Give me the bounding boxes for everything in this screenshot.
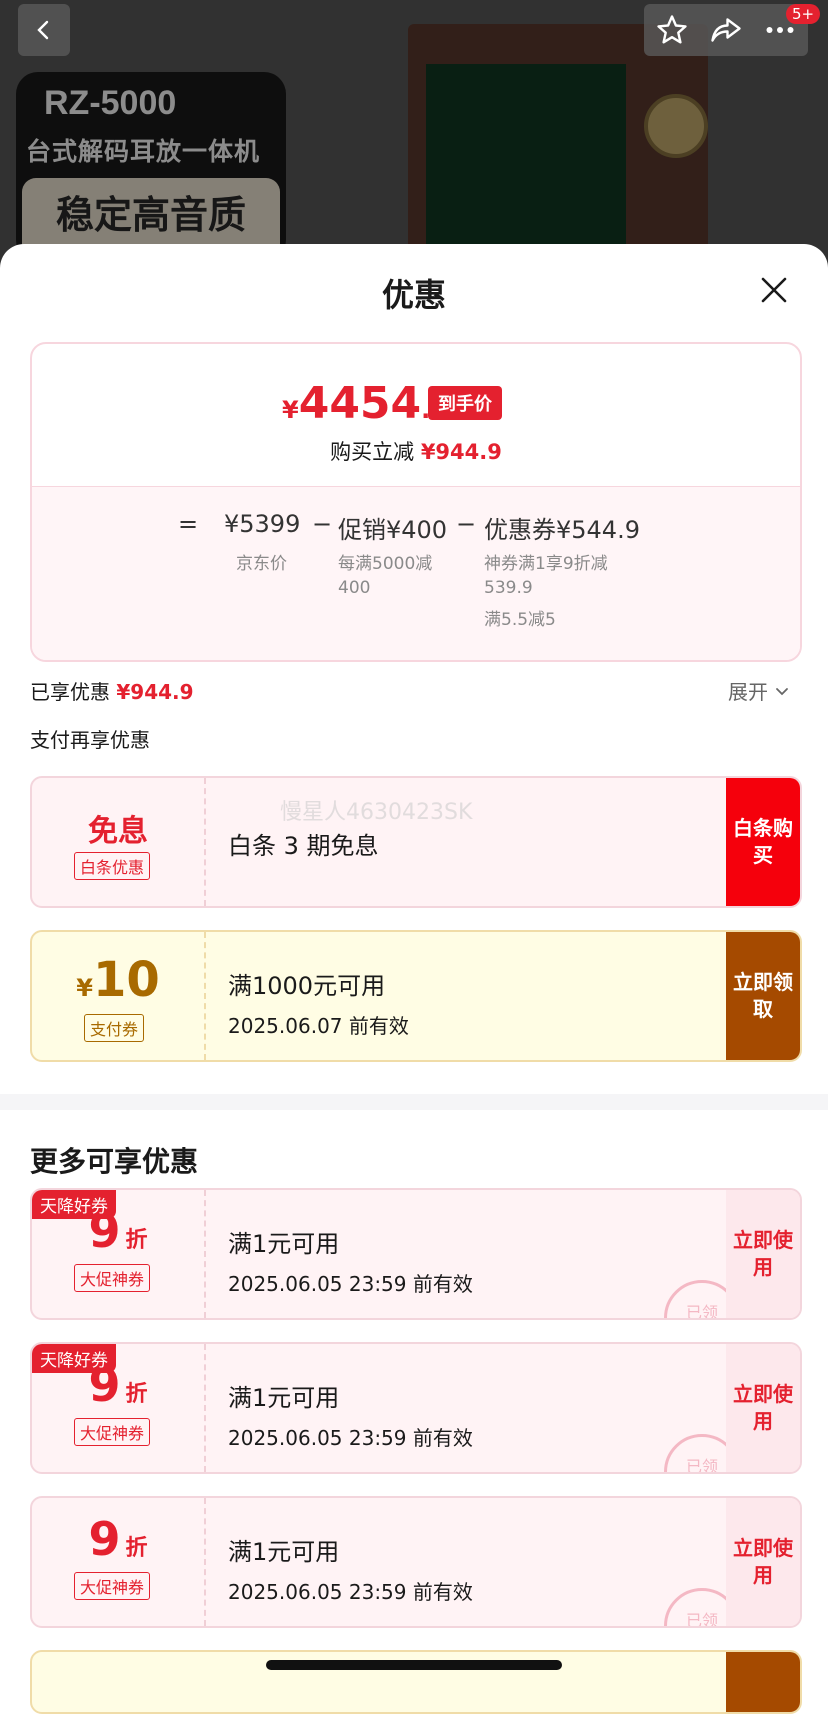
coupon-left: 免息 白条优惠 [32, 778, 206, 906]
use-button[interactable]: 立即使用 [726, 1190, 800, 1318]
instant-discount: 购买立减 ¥944.9 [32, 436, 800, 466]
star-icon[interactable] [654, 12, 690, 48]
more-coupons-title: 更多可享优惠 [30, 1145, 199, 1178]
section-divider [0, 1094, 828, 1110]
instant-discount-value: ¥944.9 [420, 440, 502, 464]
top-actions [644, 4, 808, 56]
coupon-desc-2: 539.9 [484, 578, 533, 598]
coupon-amount: ¥10 [32, 952, 204, 1008]
final-price-tag: 到手价 [428, 386, 502, 420]
promo-discount: 促销¥400 [338, 516, 448, 544]
jd-price: ¥5399 [224, 510, 301, 538]
currency-symbol: ¥ [76, 974, 93, 1002]
coupon-expiry: 2025.06.05 23:59 前有效 [228, 1272, 473, 1296]
discount-unit: 折 [125, 1536, 148, 1561]
use-button[interactable]: 立即使用 [726, 1498, 800, 1626]
coupon-expiry: 2025.06.05 23:59 前有效 [228, 1580, 473, 1604]
coupon-title: 满1000元可用 [228, 972, 386, 1000]
discount-coupon[interactable]: 9 折 大促神券 天降好券 满1元可用 2025.06.05 23:59 前有效… [30, 1342, 802, 1474]
promo-desc-1: 每满5000减 [338, 554, 433, 574]
expand-label: 展开 [728, 680, 768, 704]
promo-desc-2: 400 [338, 578, 371, 598]
enjoyed-label: 已享优惠 [30, 680, 110, 704]
baitiao-coupon[interactable]: 免息 白条优惠 白条 3 期免息 慢星人4630423SK 白条购买 [30, 776, 802, 908]
baitiao-buy-button[interactable]: 白条购买 [726, 778, 800, 906]
price-summary-card: ¥4454.1 到手价 购买立减 ¥944.9 = ¥5399 京东价 − 促销… [30, 342, 802, 662]
coupon-tag: 白条优惠 [74, 852, 151, 880]
coupon-title: 白条 3 期免息 [228, 832, 379, 860]
discount-coupon[interactable]: 9 折 大促神券 满1元可用 2025.06.05 23:59 前有效 已领 立… [30, 1496, 802, 1628]
share-icon[interactable] [708, 12, 744, 48]
close-icon[interactable] [760, 276, 788, 304]
sheet-title: 优惠 [381, 276, 446, 314]
price-integer: 4454 [298, 378, 422, 429]
discount-number: 9 [88, 1512, 121, 1566]
sky-coupon-tag: 天降好券 [32, 1190, 116, 1219]
coupon-desc-3: 满5.5减5 [484, 610, 556, 630]
message-badge: 5+ [786, 4, 821, 24]
minus-sign: − [312, 510, 333, 538]
currency-symbol: ¥ [282, 396, 299, 424]
discount-sheet: 优惠 ¥4454.1 到手价 购买立减 ¥944.9 = ¥5399 京东价 −… [0, 244, 828, 1714]
enjoyed-value: ¥944.9 [116, 680, 194, 704]
expand-toggle[interactable]: 展开 [728, 676, 790, 705]
home-indicator [266, 1660, 562, 1670]
coupon-value: 10 [92, 952, 160, 1008]
discount-value: 9 折 [32, 1512, 204, 1566]
coupon-title: 满1元可用 [228, 1538, 340, 1566]
discount-unit: 折 [125, 1382, 148, 1407]
coupon-title: 满1元可用 [228, 1230, 340, 1258]
pay-coupon[interactable]: ¥10 支付券 满1000元可用 2025.06.07 前有效 立即领取 [30, 930, 802, 1062]
discount-unit: 折 [125, 1228, 148, 1253]
coupon-expiry: 2025.06.07 前有效 [228, 1014, 409, 1038]
pay-section-title: 支付再享优惠 [30, 728, 150, 752]
coupon-tag: 支付券 [84, 1014, 145, 1042]
final-price: ¥4454.1 [282, 378, 447, 429]
use-button[interactable]: 立即使用 [726, 1344, 800, 1472]
coupon-tag: 大促神券 [74, 1572, 151, 1600]
coupon-left: 9 折 大促神券 [32, 1498, 206, 1626]
coupon-discount: 优惠券¥544.9 [484, 516, 640, 544]
instant-discount-label: 购买立减 [330, 440, 415, 464]
chevron-down-icon [776, 688, 789, 696]
coupon-left: ¥10 支付券 [32, 932, 206, 1060]
coupon-expiry: 2025.06.05 23:59 前有效 [228, 1426, 473, 1450]
discount-coupon[interactable]: 9 折 大促神券 天降好券 满1元可用 2025.06.05 23:59 前有效… [30, 1188, 802, 1320]
claim-button[interactable]: 立即领取 [726, 932, 800, 1060]
back-button[interactable] [18, 4, 70, 56]
coupon-big-text: 免息 [88, 814, 148, 849]
watermark: 慢星人4630423SK [280, 800, 473, 825]
equals-sign: = [178, 510, 199, 538]
sky-coupon-tag: 天降好券 [32, 1344, 116, 1373]
chevron-left-icon [37, 20, 49, 40]
coupon-tag: 大促神券 [74, 1264, 151, 1292]
enjoyed-discount: 已享优惠 ¥944.9 [30, 676, 194, 705]
coupon-desc-1: 神券满1享9折减 [484, 554, 608, 574]
coupon-tag: 大促神券 [74, 1418, 151, 1446]
minus-sign: − [456, 510, 477, 538]
partial-action [726, 1652, 800, 1712]
jd-price-label: 京东价 [236, 554, 287, 574]
coupon-title: 满1元可用 [228, 1384, 340, 1412]
